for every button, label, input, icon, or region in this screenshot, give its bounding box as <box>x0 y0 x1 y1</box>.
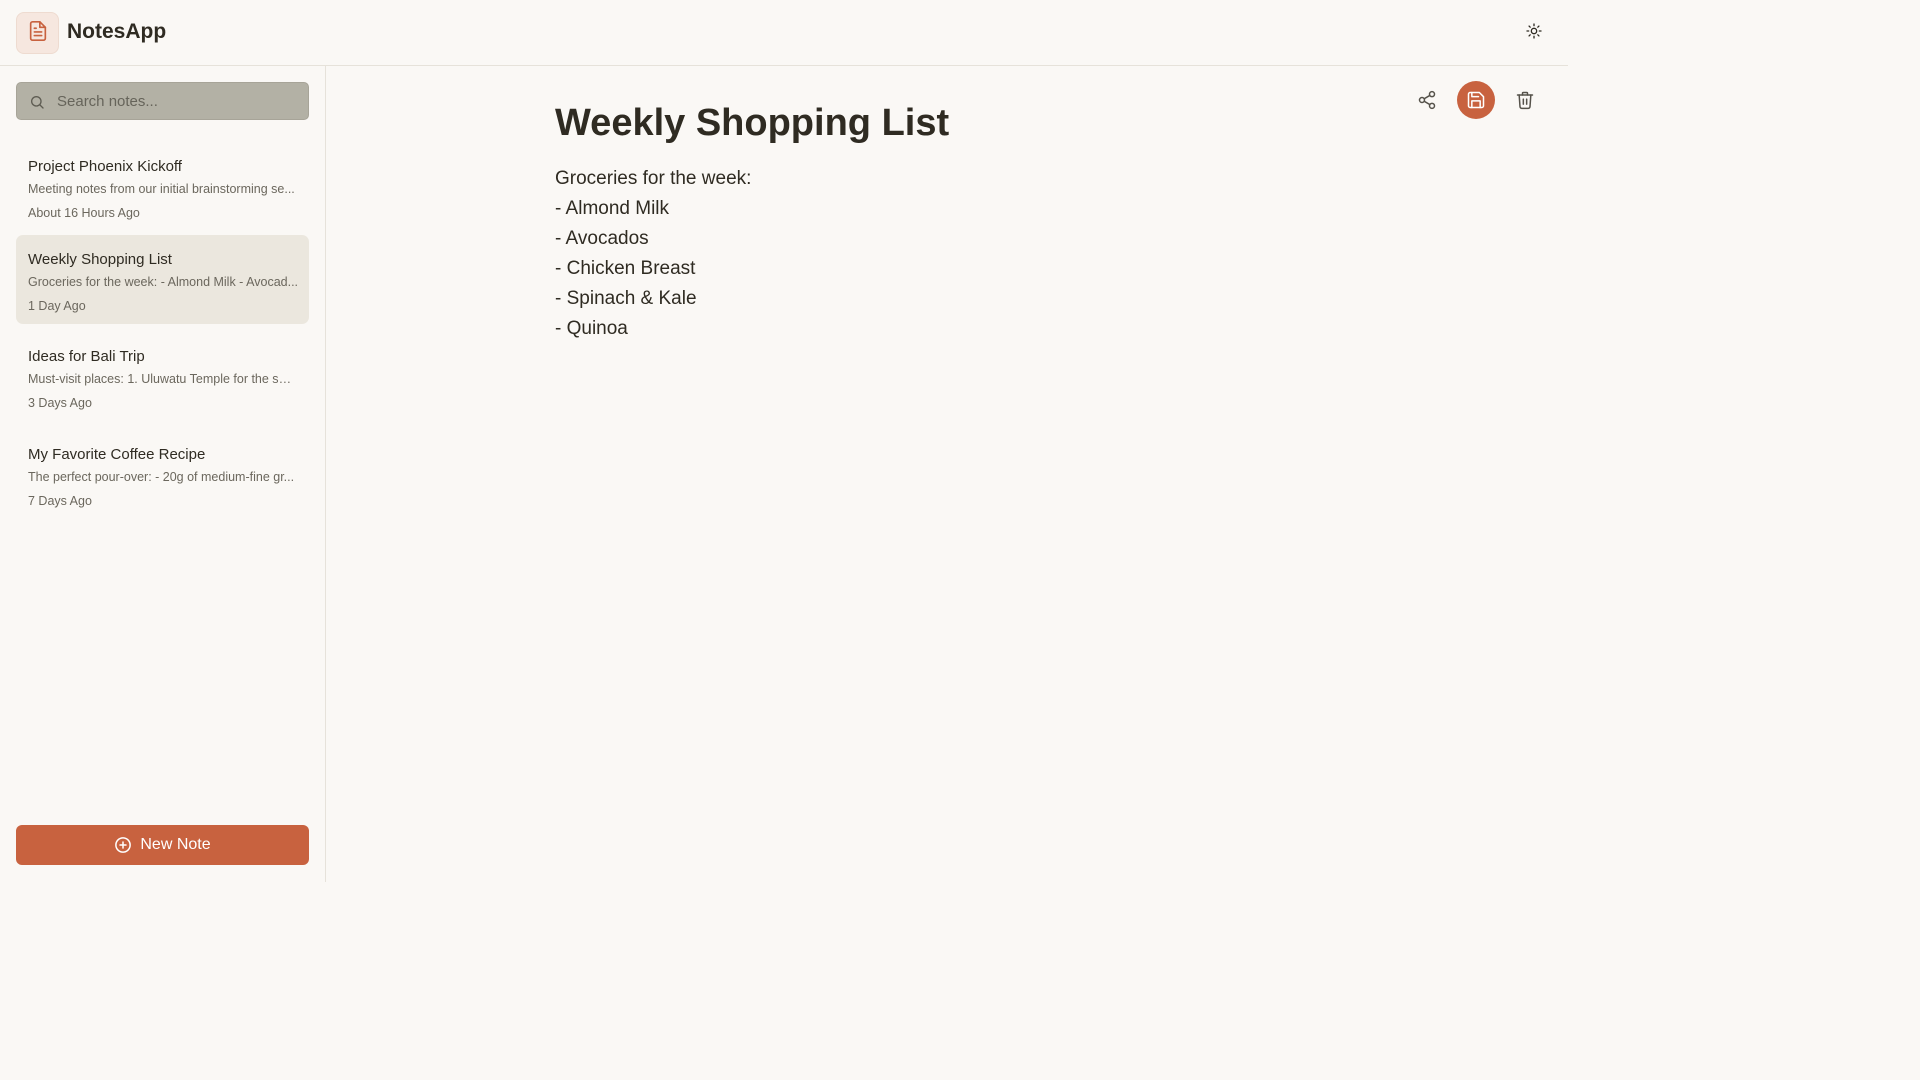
note-item-title: Project Phoenix Kickoff <box>28 158 182 175</box>
note-body-editor[interactable]: Groceries for the week: - Almond Milk - … <box>555 164 1455 344</box>
editor-pane: Weekly Shopping List Groceries for the w… <box>327 66 1568 882</box>
note-body-line: - Spinach & Kale <box>555 288 697 309</box>
note-body-line: - Quinoa <box>555 318 628 339</box>
search-icon <box>29 94 45 110</box>
note-title-editor[interactable]: Weekly Shopping List <box>555 102 949 145</box>
note-body-line: - Chicken Breast <box>555 258 696 279</box>
trash-icon <box>1515 90 1535 110</box>
save-icon <box>1466 90 1486 110</box>
new-note-label: New Note <box>140 836 211 853</box>
sun-icon <box>1526 22 1542 44</box>
delete-button[interactable] <box>1506 81 1544 119</box>
note-item-title: My Favorite Coffee Recipe <box>28 446 206 463</box>
note-item-title: Ideas for Bali Trip <box>28 348 145 365</box>
note-list-item-active[interactable]: Weekly Shopping List Groceries for the w… <box>16 235 309 324</box>
note-list-item[interactable]: Ideas for Bali Trip Must-visit places: 1… <box>16 332 309 421</box>
share-icon <box>1417 90 1437 110</box>
app-title: NotesApp <box>67 20 167 43</box>
save-button[interactable] <box>1457 81 1495 119</box>
share-button[interactable] <box>1408 81 1446 119</box>
note-list-item[interactable]: Project Phoenix Kickoff Meeting notes fr… <box>16 142 309 231</box>
theme-toggle-button[interactable] <box>1520 20 1548 46</box>
note-list-item[interactable]: My Favorite Coffee Recipe The perfect po… <box>16 430 309 519</box>
note-item-time: 3 Days Ago <box>28 396 92 410</box>
note-item-time: 7 Days Ago <box>28 494 92 508</box>
note-body-line: Groceries for the week: <box>555 168 752 189</box>
note-item-title: Weekly Shopping List <box>28 251 172 268</box>
new-note-button[interactable]: New Note <box>16 825 309 865</box>
app-header: NotesApp <box>0 0 1568 66</box>
search-input[interactable] <box>57 83 302 119</box>
note-item-preview: The perfect pour-over: - 20g of medium-f… <box>28 470 295 484</box>
document-icon <box>27 20 49 47</box>
note-body-line: - Almond Milk <box>555 198 670 219</box>
plus-circle-icon <box>114 836 132 854</box>
note-item-preview: Groceries for the week: - Almond Milk - … <box>28 275 298 289</box>
note-item-preview: Meeting notes from our initial brainstor… <box>28 182 295 196</box>
note-item-time: About 16 Hours Ago <box>28 206 140 220</box>
note-item-time: 1 Day Ago <box>28 299 86 313</box>
sidebar: Project Phoenix Kickoff Meeting notes fr… <box>0 66 326 882</box>
note-item-preview: Must-visit places: 1. Uluwatu Temple for… <box>28 372 298 386</box>
search-box <box>16 82 309 120</box>
app-logo <box>16 12 59 54</box>
note-body-line: - Avocados <box>555 228 649 249</box>
